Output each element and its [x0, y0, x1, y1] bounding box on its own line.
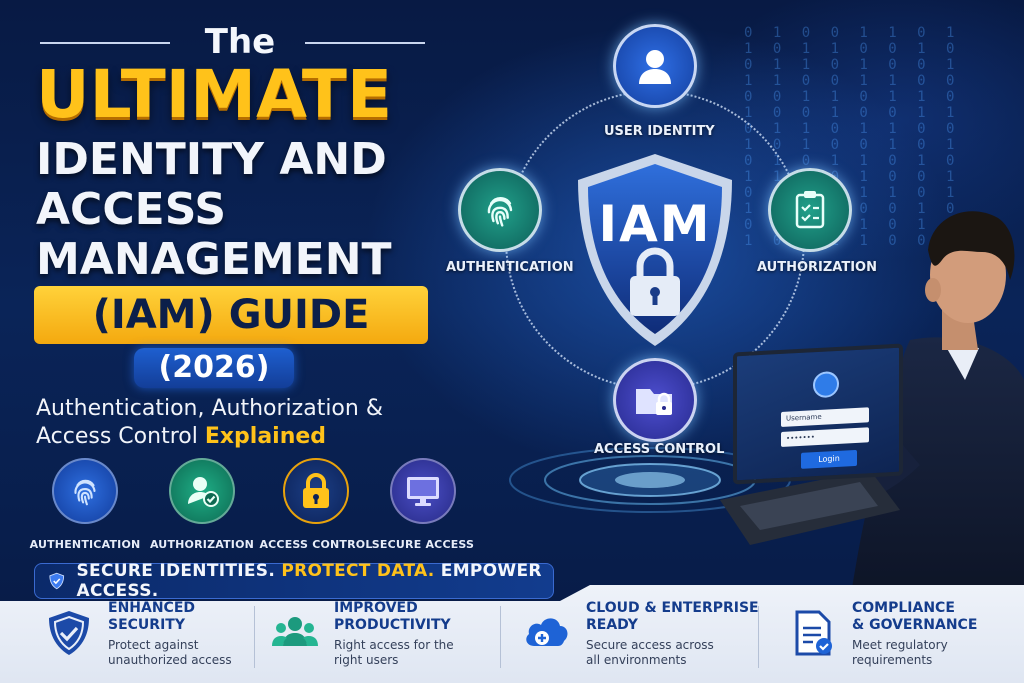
- login-button[interactable]: Login: [801, 449, 857, 469]
- node-authentication: [458, 168, 542, 252]
- feature-desc-4a: Meet regulatory: [852, 638, 948, 652]
- feature-title-1a: ENHANCED: [108, 600, 196, 616]
- feature-enhanced-security: ENHANCED SECURITY Protect against unauth…: [44, 600, 232, 668]
- fingerprint-icon: [487, 197, 513, 227]
- slogan-part-2: PROTECT DATA.: [281, 561, 435, 581]
- icon-label-authentication: AUTHENTICATION: [29, 538, 141, 551]
- username-field[interactable]: Username: [781, 407, 869, 427]
- subtitle-line-2: Access Control Explained: [36, 423, 326, 451]
- feature-title-4b: & GOVERNANCE: [852, 617, 978, 633]
- shield-check-icon: [49, 572, 65, 590]
- feature-title-3a: CLOUD & ENTERPRISE: [586, 600, 759, 616]
- feature-title-4a: COMPLIANCE: [852, 600, 955, 616]
- cloud-plus-icon: [526, 618, 568, 646]
- subtitle-highlight: Explained: [204, 424, 327, 449]
- feature-compliance-governance: COMPLIANCE & GOVERNANCE Meet regulatory …: [788, 600, 977, 668]
- fingerprint-icon: [52, 458, 118, 524]
- feature-improved-productivity: IMPROVED PRODUCTIVITY Right access for t…: [270, 600, 454, 668]
- password-field[interactable]: •••••••: [781, 427, 869, 447]
- node-label-authentication: AUTHENTICATION: [446, 260, 574, 275]
- avatar: [813, 370, 839, 399]
- node-label-access-control: ACCESS CONTROL: [594, 442, 725, 457]
- slogan-part-1: SECURE IDENTITIES.: [76, 561, 282, 581]
- laptop-screen: Username ••••••• Login: [733, 343, 903, 485]
- feature-desc-4b: requirements: [852, 653, 933, 667]
- feature-desc-2b: right users: [334, 653, 399, 667]
- node-access-control: [613, 358, 697, 442]
- monitor-icon: [390, 458, 456, 524]
- feature-desc-2a: Right access for the: [334, 638, 454, 652]
- title-line-3: MANAGEMENT: [36, 234, 392, 285]
- subtitle-line-1: Authentication, Authorization &: [36, 396, 383, 421]
- padlock-icon: [283, 458, 349, 524]
- slogan-banner: SECURE IDENTITIES. PROTECT DATA. EMPOWER…: [34, 561, 554, 601]
- title-highlight-box: (IAM) GUIDE: [34, 286, 428, 344]
- feature-cloud-enterprise: CLOUD & ENTERPRISE READY Secure access a…: [522, 600, 759, 668]
- node-label-user-identity: USER IDENTITY: [604, 124, 715, 139]
- title-line-1: IDENTITY AND: [36, 134, 387, 185]
- icon-tile-authorization: AUTHORIZATION: [137, 458, 267, 551]
- footer-divider-3: [758, 606, 759, 668]
- folder-lock-icon: [636, 389, 672, 415]
- feature-desc-1a: Protect against: [108, 638, 199, 652]
- shield-check-icon: [49, 611, 89, 655]
- feature-title-2b: PRODUCTIVITY: [334, 617, 451, 633]
- slogan-text: SECURE IDENTITIES. PROTECT DATA. EMPOWER…: [77, 561, 554, 601]
- feature-desc-3b: all environments: [586, 653, 687, 667]
- feature-desc-3a: Secure access across: [586, 638, 714, 652]
- icon-label-secure-access: SECURE ACCESS: [371, 538, 475, 551]
- icon-label-authorization: AUTHORIZATION: [149, 538, 255, 551]
- diagram-center-label: IAM: [598, 195, 712, 253]
- footer-divider-2: [500, 606, 501, 668]
- year-badge: (2026): [134, 348, 294, 388]
- feature-title-2a: IMPROVED: [334, 600, 418, 616]
- user-check-icon: [169, 458, 235, 524]
- title-rule-right: [305, 42, 425, 44]
- users-icon: [272, 617, 318, 646]
- icon-tile-authentication: AUTHENTICATION: [20, 458, 150, 551]
- title-line-2: ACCESS: [36, 184, 227, 235]
- icon-tile-secure-access: SECURE ACCESS: [358, 458, 488, 551]
- feature-title-3b: READY: [586, 617, 638, 633]
- subtitle-line-2-text: Access Control: [36, 424, 205, 449]
- title-ultimate: ULTIMATE: [36, 56, 393, 133]
- user-icon: [639, 50, 671, 84]
- node-user-identity: [613, 24, 697, 108]
- feature-desc-1b: unauthorized access: [108, 653, 232, 667]
- feature-title-1b: SECURITY: [108, 617, 185, 633]
- document-check-icon: [795, 610, 832, 656]
- footer-divider-1: [254, 606, 255, 668]
- hero-canvas: 0 1 0 0 1 1 0 1 1 0 1 1 0 0 1 0 0 1 1 0 …: [0, 0, 1024, 683]
- title-rule-left: [40, 42, 170, 44]
